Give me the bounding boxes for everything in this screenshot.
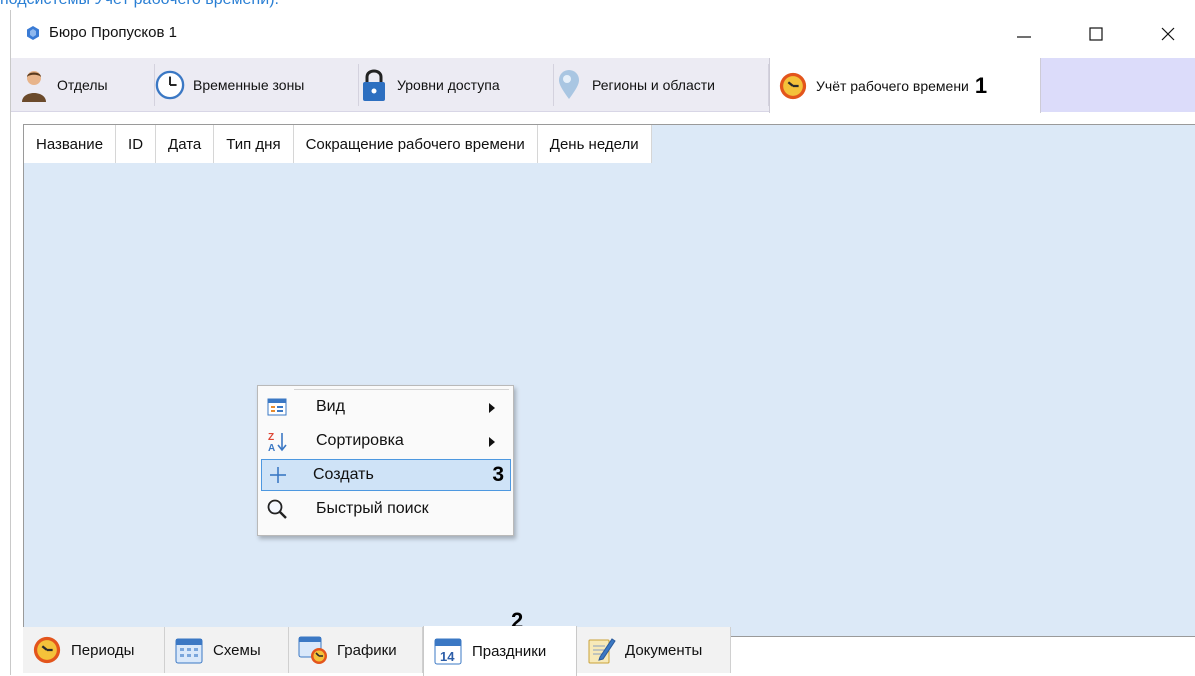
map-pin-icon — [554, 67, 584, 103]
maximize-button[interactable] — [1073, 16, 1119, 52]
tab-holidays-label: Праздники — [472, 642, 547, 660]
column-header-name[interactable]: Название — [24, 125, 117, 163]
tab-bar-highlight — [1041, 58, 1195, 112]
view-list-icon — [264, 396, 290, 418]
tab-schemes[interactable]: Схемы — [165, 627, 289, 673]
clock-icon — [155, 67, 185, 103]
tab-schedules[interactable]: Графики — [289, 627, 423, 673]
app-window: Бюро Пропусков 1 Отделы Временные зоны У… — [10, 10, 1195, 676]
tab-time-zones-label: Временные зоны — [193, 77, 305, 93]
tab-time-zones[interactable]: Временные зоны — [155, 58, 359, 112]
tab-time-tracking[interactable]: Учёт рабочего времени 1 — [769, 58, 1041, 113]
menu-item-sort[interactable]: ZA Сортировка — [261, 425, 511, 457]
plus-icon — [265, 464, 291, 486]
column-header-date[interactable]: Дата — [156, 125, 215, 163]
menu-item-view[interactable]: Вид — [261, 391, 511, 423]
table-header: Название ID Дата Тип дня Сокращение рабо… — [24, 125, 652, 163]
svg-text:14: 14 — [440, 649, 455, 664]
callout-number-3: 3 — [492, 463, 504, 486]
calendar-clock-icon — [297, 634, 329, 666]
document-edit-icon — [585, 634, 617, 666]
tab-regions[interactable]: Регионы и области — [554, 58, 769, 112]
menu-item-create[interactable]: Создать 3 — [261, 459, 511, 491]
menu-item-view-label: Вид — [316, 398, 345, 415]
menu-item-create-label: Создать — [313, 466, 374, 483]
svg-text:A: A — [268, 443, 275, 452]
column-header-id[interactable]: ID — [116, 125, 157, 163]
tab-access-levels-label: Уровни доступа — [397, 77, 500, 93]
calendar-icon — [173, 634, 205, 666]
close-icon — [1161, 27, 1175, 41]
tab-time-tracking-label: Учёт рабочего времени — [816, 77, 969, 94]
window-title: Бюро Пропусков 1 — [49, 24, 177, 41]
tab-holidays[interactable]: 14 Праздники — [423, 626, 577, 676]
title-bar: Бюро Пропусков 1 — [11, 10, 1195, 58]
person-icon — [19, 67, 49, 103]
menu-separator — [294, 389, 509, 390]
tab-access-levels[interactable]: Уровни доступа — [359, 58, 554, 112]
column-header-hours-reduction[interactable]: Сокращение рабочего времени — [294, 125, 538, 163]
minimize-button[interactable] — [1001, 16, 1047, 52]
menu-item-quick-search[interactable]: Быстрый поиск — [261, 493, 511, 525]
tab-periods[interactable]: Периоды — [23, 627, 165, 673]
lock-icon — [359, 67, 389, 103]
submenu-arrow-icon — [489, 437, 495, 447]
timer-icon — [31, 634, 63, 666]
calendar-day-icon: 14 — [432, 635, 464, 667]
column-header-day-type[interactable]: Тип дня — [214, 125, 294, 163]
close-button[interactable] — [1145, 16, 1191, 52]
tab-schedules-label: Графики — [337, 641, 397, 659]
app-logo-icon — [27, 26, 39, 40]
document-link-fragment[interactable]: подсистемы Учёт рабочего времени). — [0, 0, 279, 8]
timer-icon — [778, 68, 808, 104]
callout-number-1: 1 — [974, 72, 988, 98]
submenu-arrow-icon — [489, 403, 495, 413]
column-header-weekday[interactable]: День недели — [538, 125, 652, 163]
tab-documents-label: Документы — [625, 641, 703, 659]
tab-periods-label: Периоды — [71, 641, 135, 659]
search-icon — [264, 498, 290, 520]
tab-departments-label: Отделы — [57, 77, 108, 93]
module-tab-bar: Отделы Временные зоны Уровни доступа Рег… — [11, 58, 1195, 113]
minimize-icon — [1017, 36, 1031, 38]
sort-az-icon: ZA — [264, 430, 290, 452]
tab-documents[interactable]: Документы — [577, 627, 731, 673]
subsection-tab-bar: Периоды Схемы Графики 14 Праздники Докум… — [23, 626, 731, 676]
tab-departments[interactable]: Отделы — [19, 58, 155, 112]
context-menu: Вид ZA Сортировка Создать 3 Быстрый поис… — [257, 385, 514, 536]
menu-item-quick-search-label: Быстрый поиск — [316, 500, 429, 517]
tab-regions-label: Регионы и области — [592, 77, 715, 93]
tab-schemes-label: Схемы — [213, 641, 261, 659]
holidays-list[interactable]: Название ID Дата Тип дня Сокращение рабо… — [23, 124, 1195, 637]
menu-item-sort-label: Сортировка — [316, 432, 404, 449]
svg-text:Z: Z — [268, 432, 274, 443]
maximize-icon — [1089, 27, 1103, 41]
